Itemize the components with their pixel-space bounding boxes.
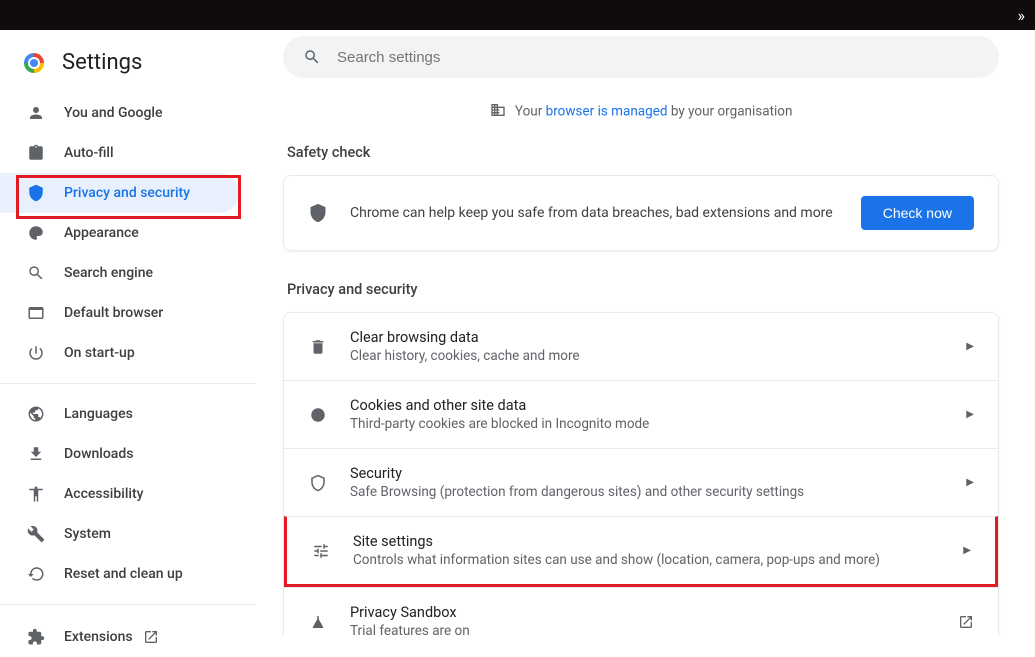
main-content: Your browser is managed by your organisa… [255,30,1035,636]
managed-prefix: Your [515,104,546,120]
chevron-right-icon: ▶ [966,341,974,352]
row-site-settings[interactable]: Site settings Controls what information … [284,516,998,587]
open-in-new-icon [958,614,974,630]
person-icon [26,103,46,123]
chevron-right-icon: ▶ [963,545,971,556]
shield-filled-icon [308,203,328,223]
sidebar-item-label: Appearance [64,225,139,241]
sidebar-item-label: On start-up [64,345,135,361]
row-clear-browsing-data[interactable]: Clear browsing data Clear history, cooki… [284,313,998,380]
sidebar-divider [0,383,255,384]
sidebar-item-label: Search engine [64,265,153,281]
safety-check-card: Chrome can help keep you safe from data … [283,175,999,251]
wrench-icon [26,524,46,544]
search-icon [26,263,46,283]
privacy-card: Clear browsing data Clear history, cooki… [283,312,999,636]
sidebar-item-auto-fill[interactable]: Auto-fill [0,133,239,173]
row-subtitle: Third-party cookies are blocked in Incog… [350,416,966,432]
sidebar-item-privacy-and-security[interactable]: Privacy and security [0,173,239,213]
sidebar-item-languages[interactable]: Languages [0,394,239,434]
globe-icon [26,404,46,424]
search-input[interactable] [337,49,979,66]
row-security[interactable]: Security Safe Browsing (protection from … [284,448,998,516]
sidebar-item-on-start-up[interactable]: On start-up [0,333,239,373]
row-title: Cookies and other site data [350,397,966,414]
search-settings-bar[interactable] [283,36,999,78]
sidebar-item-label: Downloads [64,446,133,462]
restore-icon [26,564,46,584]
sidebar-item-label: You and Google [64,105,162,121]
row-title: Site settings [353,533,963,550]
tune-icon [311,542,331,560]
check-now-button[interactable]: Check now [861,196,974,230]
open-in-new-icon [143,629,159,645]
sidebar-item-system[interactable]: System [0,514,239,554]
row-subtitle: Safe Browsing (protection from dangerous… [350,484,966,500]
sidebar-item-label: Languages [64,406,133,422]
sidebar-item-label: Auto-fill [64,145,114,161]
trash-icon [308,338,328,356]
sidebar-item-downloads[interactable]: Downloads [0,434,239,474]
row-subtitle: Trial features are on [350,623,958,636]
cookie-icon [308,406,328,424]
accessibility-icon [26,484,46,504]
sidebar-item-reset-and-clean-up[interactable]: Reset and clean up [0,554,239,594]
palette-icon [26,223,46,243]
row-subtitle: Clear history, cookies, cache and more [350,348,966,364]
download-icon [26,444,46,464]
chevron-right-icon: ▶ [966,477,974,488]
section-title-privacy-and-security: Privacy and security [287,281,999,298]
sidebar-item-label: Extensions [64,629,133,645]
row-title: Privacy Sandbox [350,604,958,621]
row-privacy-sandbox[interactable]: Privacy Sandbox Trial features are on [284,587,998,636]
managed-notice: Your browser is managed by your organisa… [283,102,999,122]
row-subtitle: Controls what information sites can use … [353,552,963,568]
safety-check-text: Chrome can help keep you safe from data … [350,205,861,221]
row-cookies[interactable]: Cookies and other site data Third-party … [284,380,998,448]
power-icon [26,343,46,363]
flask-icon [308,613,328,631]
row-title: Clear browsing data [350,329,966,346]
row-title: Security [350,465,966,482]
sidebar-item-default-browser[interactable]: Default browser [0,293,239,333]
clipboard-icon [26,143,46,163]
sidebar-item-search-engine[interactable]: Search engine [0,253,239,293]
sidebar-item-label: Privacy and security [64,185,190,201]
sidebar-divider [0,604,255,605]
search-icon [303,48,321,66]
managed-link[interactable]: browser is managed [546,104,668,120]
domain-icon [490,106,506,122]
settings-header: Settings [0,44,255,93]
page-title: Settings [62,50,142,75]
browser-icon [26,303,46,323]
sidebar-item-you-and-google[interactable]: You and Google [0,93,239,133]
sidebar-item-label: System [64,526,111,542]
overflow-icon[interactable]: » [1018,6,1026,25]
shield-outline-icon [308,474,328,492]
chrome-logo-icon [24,53,44,73]
section-title-safety-check: Safety check [287,144,999,161]
sidebar-item-accessibility[interactable]: Accessibility [0,474,239,514]
shield-icon [26,183,46,203]
window-topbar: » [0,0,1035,30]
sidebar-item-label: Accessibility [64,486,143,502]
extension-icon [26,627,46,647]
chevron-right-icon: ▶ [966,409,974,420]
sidebar-item-appearance[interactable]: Appearance [0,213,239,253]
sidebar-item-label: Reset and clean up [64,566,183,582]
sidebar-item-extensions[interactable]: Extensions [0,615,255,657]
managed-suffix: by your organisation [668,104,793,120]
sidebar-item-label: Default browser [64,305,163,321]
sidebar: Settings You and Google Auto-fill Privac… [0,30,255,636]
